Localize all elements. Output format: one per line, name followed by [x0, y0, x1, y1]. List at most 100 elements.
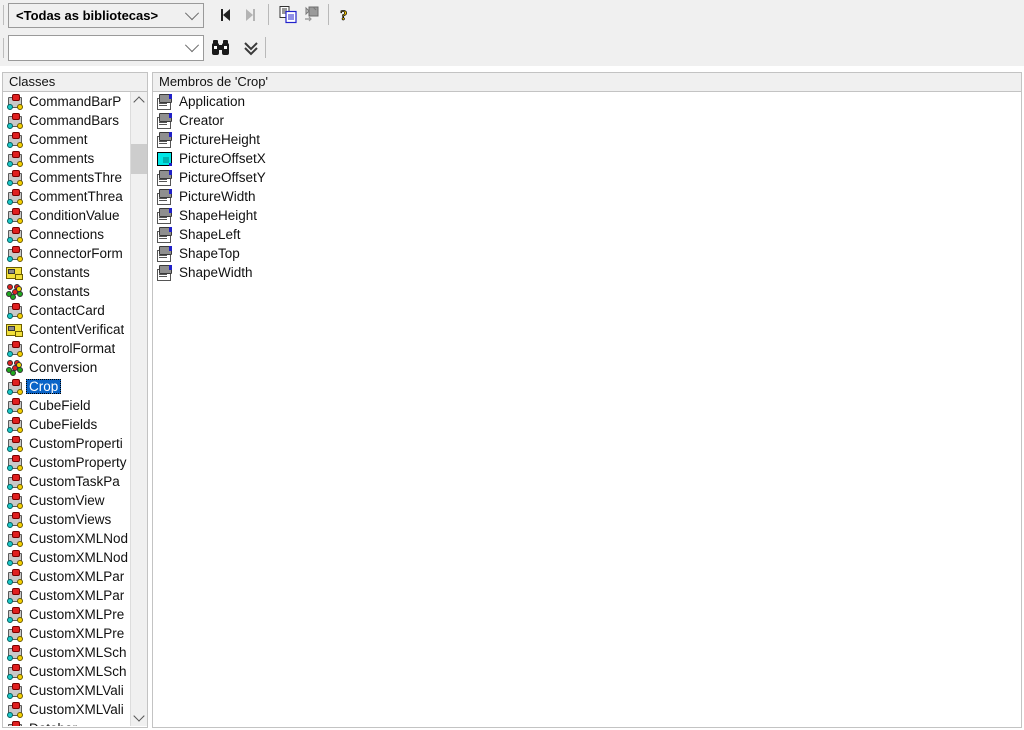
class-list-item[interactable]: CustomXMLPre [3, 605, 131, 624]
class-list-item-label: Constants [29, 284, 90, 299]
class-list-item-label: CustomXMLPar [29, 588, 125, 603]
class-icon [5, 663, 26, 680]
class-list-item[interactable]: Conversion [3, 358, 131, 377]
property-icon [155, 112, 176, 129]
class-icon [5, 644, 26, 661]
class-list-item[interactable]: CustomXMLPar [3, 567, 131, 586]
class-list-item[interactable]: CustomProperti [3, 434, 131, 453]
class-icon [5, 625, 26, 642]
class-list-item[interactable]: ContentVerificat [3, 320, 131, 339]
members-list-panel[interactable]: Application Creator PictureHeight PictureOf… [152, 92, 1022, 728]
class-list-item-label: CustomXMLPre [29, 626, 125, 641]
class-list-item[interactable]: ConditionValue [3, 206, 131, 225]
class-list-item[interactable]: ConnectorForm [3, 244, 131, 263]
members-panel-header: Membros de 'Crop' [152, 72, 1022, 92]
class-list-item[interactable]: Constants [3, 282, 131, 301]
view-definition-button [300, 3, 326, 27]
scroll-up-button[interactable] [131, 92, 147, 109]
classes-list[interactable]: CommandBarP CommandBars Comment Comments Com… [3, 92, 131, 726]
class-icon [5, 568, 26, 585]
class-icon [5, 606, 26, 623]
class-list-item[interactable]: Connections [3, 225, 131, 244]
class-icon [5, 454, 26, 471]
classes-scrollbar[interactable] [130, 92, 147, 726]
class-list-item[interactable]: Constants [3, 263, 131, 282]
class-list-item-label: Constants [29, 265, 90, 280]
member-list-item-label: Application [179, 94, 246, 109]
class-list-item[interactable]: CubeField [3, 396, 131, 415]
class-icon [5, 378, 26, 395]
module-icon [5, 359, 26, 376]
class-list-item[interactable]: CustomXMLNod [3, 529, 131, 548]
toolbar-grip [3, 5, 4, 25]
member-list-item[interactable]: PictureHeight [153, 130, 1021, 149]
class-list-item[interactable]: CustomXMLSch [3, 643, 131, 662]
class-list-item-label: Crop [26, 379, 62, 394]
help-button[interactable]: ? [332, 3, 358, 27]
class-list-item[interactable]: Crop [3, 377, 131, 396]
class-list-item[interactable]: Databar [3, 719, 131, 726]
enum-icon [5, 264, 26, 281]
class-list-item[interactable]: ContactCard [3, 301, 131, 320]
class-list-item-label: Conversion [29, 360, 98, 375]
show-results-button[interactable] [238, 36, 264, 60]
member-list-item[interactable]: Application [153, 92, 1021, 111]
members-panel-title: Membros de 'Crop' [159, 74, 269, 89]
member-list-item[interactable]: PictureOffsetY [153, 168, 1021, 187]
class-icon [5, 682, 26, 699]
member-list-item-label: ShapeLeft [179, 227, 241, 242]
chevron-down-icon[interactable] [181, 4, 203, 27]
member-list-item[interactable]: Creator [153, 111, 1021, 130]
class-list-item[interactable]: CustomView [3, 491, 131, 510]
class-list-item[interactable]: Comments [3, 149, 131, 168]
class-list-item[interactable]: CustomViews [3, 510, 131, 529]
class-list-item[interactable]: CommentsThre [3, 168, 131, 187]
classes-list-panel[interactable]: CommandBarP CommandBars Comment Comments Com… [2, 92, 148, 728]
member-list-item-label: PictureOffsetX [179, 151, 266, 166]
class-icon [5, 188, 26, 205]
class-list-item-label: ConditionValue [29, 208, 120, 223]
class-list-item[interactable]: CustomXMLPre [3, 624, 131, 643]
class-list-item[interactable]: CustomXMLVali [3, 681, 131, 700]
copy-button[interactable] [276, 3, 302, 27]
class-list-item-label: CustomXMLSch [29, 664, 127, 679]
class-list-item[interactable]: CustomProperty [3, 453, 131, 472]
member-list-item[interactable]: ShapeTop [153, 244, 1021, 263]
members-list[interactable]: Application Creator PictureHeight PictureOf… [153, 92, 1021, 726]
member-list-item[interactable]: PictureOffsetX [153, 149, 1021, 168]
class-list-item-label: CommandBars [29, 113, 120, 128]
member-list-item[interactable]: ShapeHeight [153, 206, 1021, 225]
member-list-item[interactable]: ShapeLeft [153, 225, 1021, 244]
project-library-combo[interactable]: <Todas as bibliotecas> [8, 3, 204, 28]
scrollbar-thumb[interactable] [131, 144, 147, 174]
search-input[interactable] [8, 35, 204, 61]
class-icon [5, 131, 26, 148]
class-list-item[interactable]: CustomXMLVali [3, 700, 131, 719]
search-button[interactable] [208, 36, 234, 60]
class-list-item[interactable]: CustomXMLSch [3, 662, 131, 681]
class-list-item-label: CubeField [29, 398, 91, 413]
class-list-item[interactable]: CustomXMLNod [3, 548, 131, 567]
class-list-item[interactable]: Comment [3, 130, 131, 149]
class-list-item[interactable]: CustomTaskPa [3, 472, 131, 491]
member-list-item[interactable]: PictureWidth [153, 187, 1021, 206]
member-list-item-label: ShapeTop [179, 246, 240, 261]
svg-text:?: ? [340, 8, 348, 24]
member-list-item-label: PictureWidth [179, 189, 256, 204]
class-list-item-label: ControlFormat [29, 341, 116, 356]
class-icon [5, 226, 26, 243]
scroll-down-button[interactable] [131, 709, 147, 726]
chevron-down-icon[interactable] [181, 36, 203, 60]
member-list-item[interactable]: ShapeWidth [153, 263, 1021, 282]
property-icon [155, 93, 176, 110]
toolbar-row-primary: <Todas as bibliotecas> ? [0, 0, 1024, 31]
class-list-item[interactable]: ControlFormat [3, 339, 131, 358]
class-icon [5, 207, 26, 224]
class-icon [5, 720, 26, 726]
class-list-item[interactable]: CommandBarP [3, 92, 131, 111]
go-back-button[interactable] [212, 3, 238, 27]
class-list-item[interactable]: CommandBars [3, 111, 131, 130]
class-list-item[interactable]: CubeFields [3, 415, 131, 434]
class-list-item[interactable]: CustomXMLPar [3, 586, 131, 605]
class-list-item[interactable]: CommentThrea [3, 187, 131, 206]
